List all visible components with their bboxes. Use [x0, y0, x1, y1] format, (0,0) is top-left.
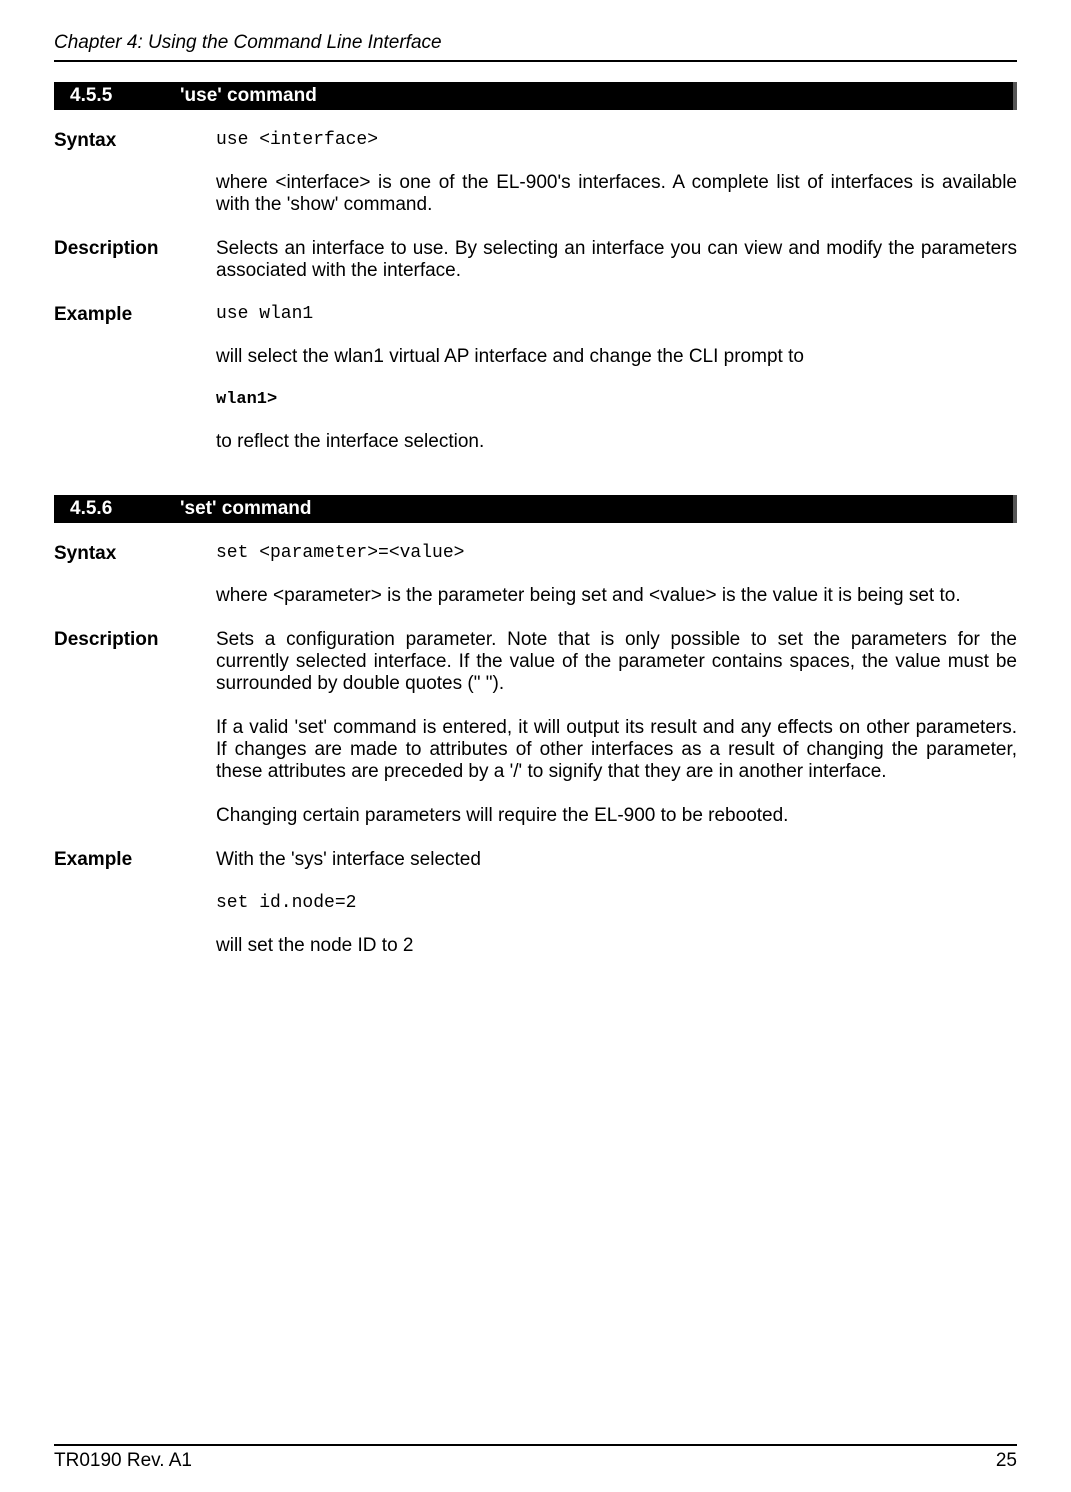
example-text: to reflect the interface selection. — [216, 431, 1017, 453]
section-number: 4.5.5 — [70, 85, 180, 107]
example-code: set id.node=2 — [216, 893, 1017, 913]
syntax-note: where <interface> is one of the EL-900's… — [216, 172, 1017, 216]
description-text: Changing certain parameters will require… — [216, 805, 1017, 827]
syntax-label: Syntax — [54, 543, 216, 607]
section-456-bar: 4.5.6 'set' command — [54, 495, 1017, 523]
description-label: Description — [54, 629, 216, 827]
description-text: If a valid 'set' command is entered, it … — [216, 717, 1017, 783]
footer-doc-rev: TR0190 Rev. A1 — [54, 1450, 192, 1472]
section-title: 'use' command — [180, 85, 317, 107]
example-result: will set the node ID to 2 — [216, 935, 1017, 957]
section-number: 4.5.6 — [70, 498, 180, 520]
footer-rule — [54, 1444, 1017, 1446]
description-label: Description — [54, 238, 216, 282]
example-code: use wlan1 — [216, 304, 1017, 324]
footer-page-number: 25 — [996, 1450, 1017, 1472]
section-455-bar: 4.5.5 'use' command — [54, 82, 1017, 110]
example-label: Example — [54, 849, 216, 957]
example-label: Example — [54, 304, 216, 453]
example-text: will select the wlan1 virtual AP interfa… — [216, 346, 1017, 368]
syntax-note: where <parameter> is the parameter being… — [216, 585, 1017, 607]
header-rule — [54, 60, 1017, 62]
description-text: Sets a configuration parameter. Note tha… — [216, 629, 1017, 695]
chapter-header: Chapter 4: Using the Command Line Interf… — [54, 32, 1017, 54]
page-footer: TR0190 Rev. A1 25 — [54, 1444, 1017, 1472]
syntax-code: use <interface> — [216, 130, 1017, 150]
syntax-label: Syntax — [54, 130, 216, 216]
section-title: 'set' command — [180, 498, 312, 520]
description-text: Selects an interface to use. By selectin… — [216, 238, 1017, 282]
example-prompt: wlan1> — [216, 390, 1017, 409]
syntax-code: set <parameter>=<value> — [216, 543, 1017, 563]
example-intro: With the 'sys' interface selected — [216, 849, 1017, 871]
